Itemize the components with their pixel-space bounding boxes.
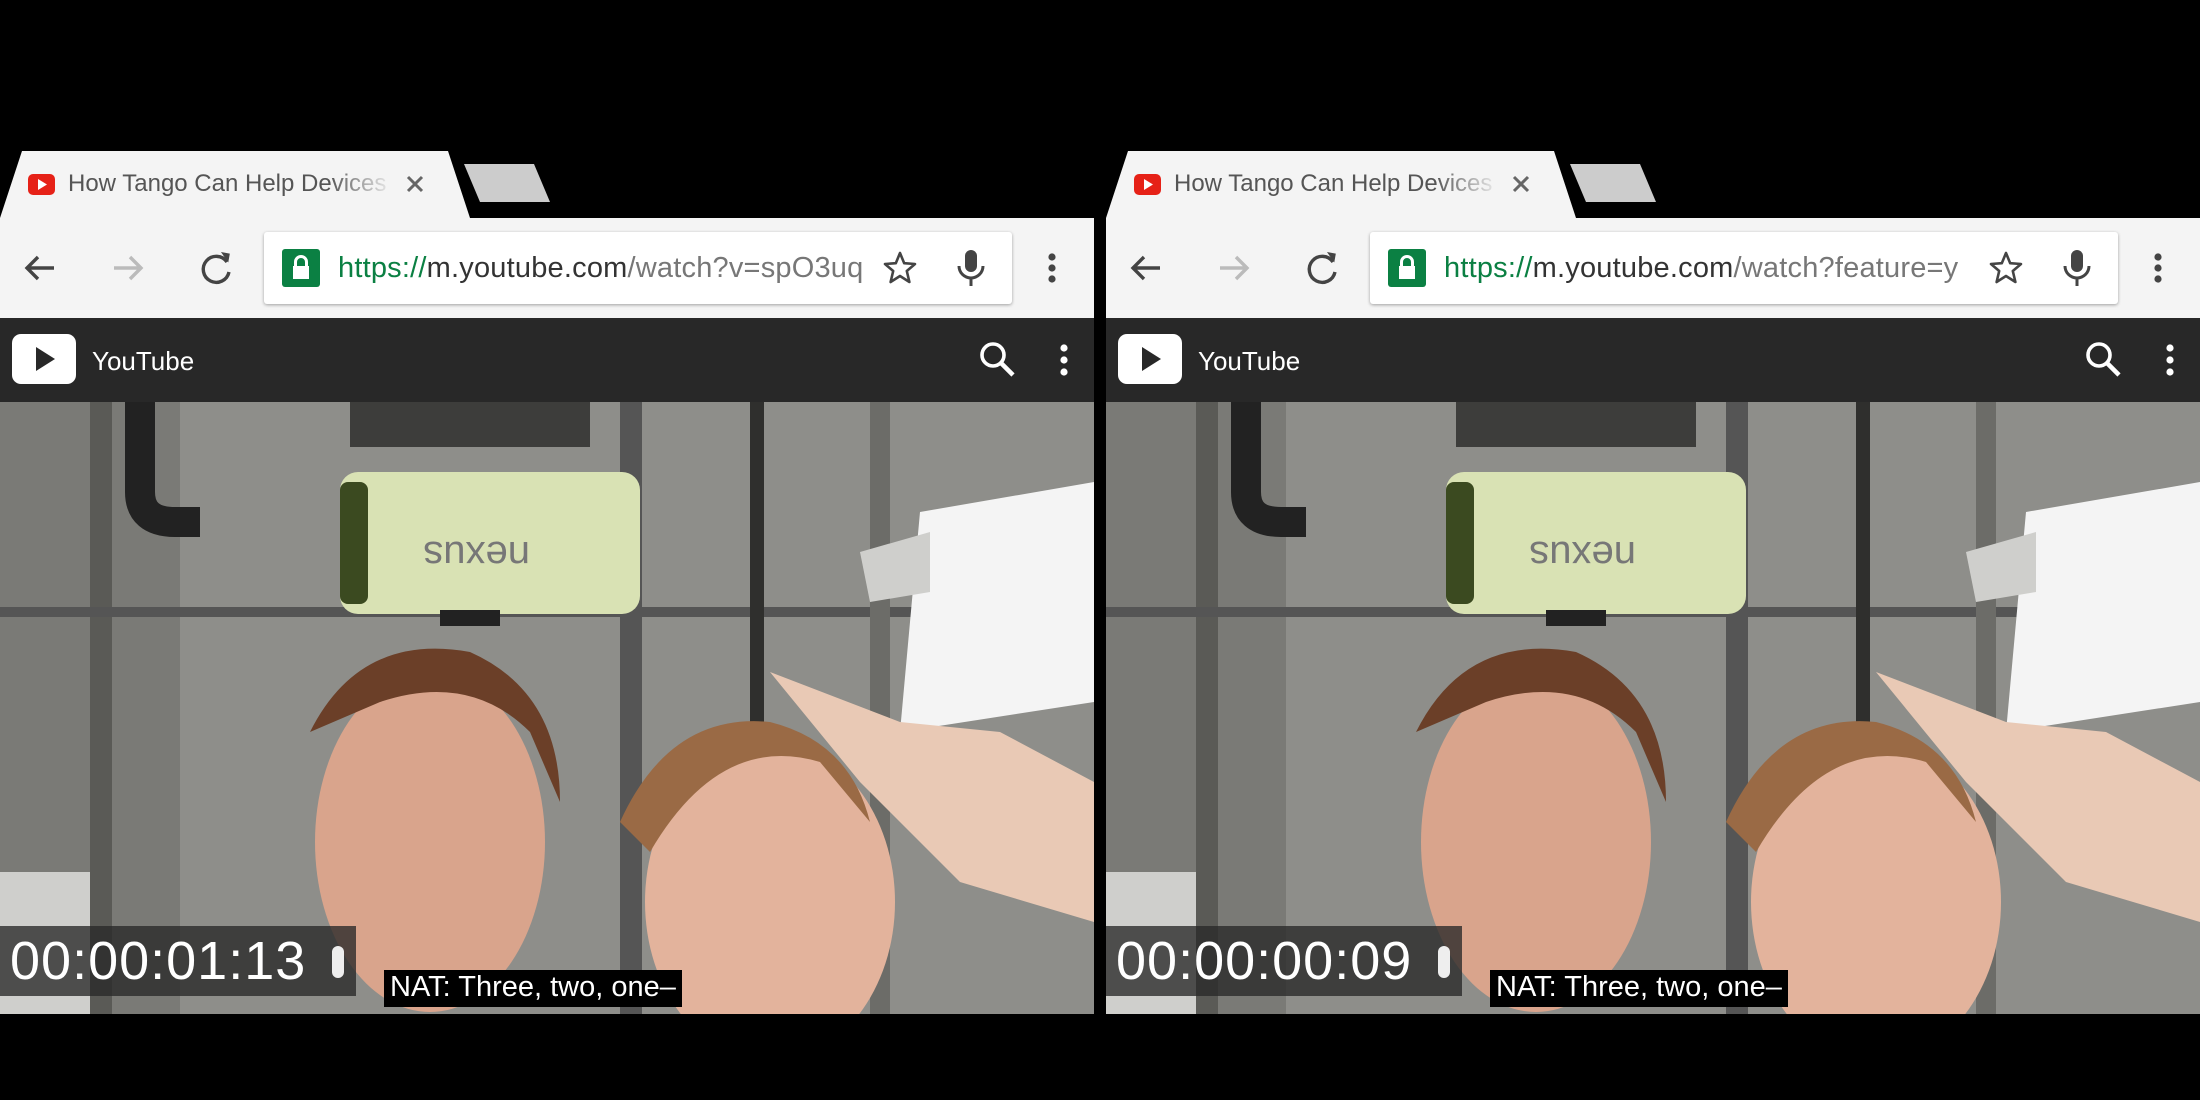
youtube-header: YouTube xyxy=(0,318,1094,402)
arrow-forward-icon[interactable] xyxy=(108,248,148,288)
close-icon[interactable] xyxy=(1506,169,1536,199)
close-icon[interactable] xyxy=(400,169,430,199)
timecode-marker xyxy=(1438,946,1450,978)
url-host: m.youtube.com xyxy=(1532,252,1734,284)
search-icon[interactable] xyxy=(2084,340,2122,378)
caption: NAT: Three, two, one– xyxy=(384,970,682,1007)
tab-title: How Tango Can Help Devices xyxy=(1174,170,1493,197)
browser-pane-right: How Tango Can Help Devices https://m.you… xyxy=(1106,0,2200,1100)
address-bar[interactable]: https://m.youtube.com/watch?feature=y xyxy=(1370,232,2118,304)
url-scheme: https:// xyxy=(338,252,427,284)
youtube-favicon-icon xyxy=(1134,174,1161,195)
new-tab-button[interactable] xyxy=(1570,164,1656,202)
tab-title: How Tango Can Help Devices xyxy=(68,170,387,197)
lock-icon xyxy=(1388,249,1426,287)
microphone-icon[interactable] xyxy=(956,249,986,287)
video-player[interactable]: nexus 00:00:00:09 NAT: Three, two, one– xyxy=(1106,402,2200,1014)
video-frame: nexus xyxy=(1106,402,2200,1014)
tab-strip: How Tango Can Help Devices xyxy=(1106,0,2200,218)
youtube-title: YouTube xyxy=(92,346,195,376)
youtube-favicon-icon xyxy=(28,174,55,195)
caption: NAT: Three, two, one– xyxy=(1490,970,1788,1007)
more-vert-icon[interactable] xyxy=(2140,250,2176,286)
url-path: /watch?feature=y xyxy=(1733,252,1959,284)
search-icon[interactable] xyxy=(978,340,1016,378)
browser-pane-left: How Tango Can Help Devices https://m.you… xyxy=(0,0,1094,1100)
arrow-back-icon[interactable] xyxy=(1126,248,1166,288)
more-vert-icon[interactable] xyxy=(1034,250,1070,286)
url-path: /watch?v=spO3uq xyxy=(627,252,864,284)
microphone-icon[interactable] xyxy=(2062,249,2092,287)
browser-toolbar: https://m.youtube.com/watch?feature=y xyxy=(1106,218,2200,318)
video-player[interactable]: nexus 00:00:01:13 NAT: Three, two, one– xyxy=(0,402,1094,1014)
tab-strip: How Tango Can Help Devices xyxy=(0,0,1094,218)
video-frame: nexus xyxy=(0,402,1094,1014)
url-scheme: https:// xyxy=(1444,252,1533,284)
star-icon[interactable] xyxy=(882,250,918,286)
reload-icon[interactable] xyxy=(196,248,236,288)
address-bar[interactable]: https://m.youtube.com/watch?v=spO3uq xyxy=(264,232,1012,304)
more-vert-icon[interactable] xyxy=(1046,342,1082,378)
timecode-overlay: 00:00:01:13 xyxy=(0,926,356,996)
pane-divider xyxy=(1094,0,1106,1100)
reload-icon[interactable] xyxy=(1302,248,1342,288)
phone-text: nexus xyxy=(423,533,530,577)
browser-toolbar: https://m.youtube.com/watch?v=spO3uq xyxy=(0,218,1094,318)
youtube-header: YouTube xyxy=(1106,318,2200,402)
more-vert-icon[interactable] xyxy=(2152,342,2188,378)
tab-active[interactable]: How Tango Can Help Devices xyxy=(0,151,470,218)
arrow-back-icon[interactable] xyxy=(20,248,60,288)
star-icon[interactable] xyxy=(1988,250,2024,286)
arrow-forward-icon[interactable] xyxy=(1214,248,1254,288)
url-host: m.youtube.com xyxy=(426,252,628,284)
url-text: https://m.youtube.com/watch?feature=y xyxy=(1444,252,2040,285)
timecode-overlay: 00:00:00:09 xyxy=(1106,926,1462,996)
timecode: 00:00:00:09 xyxy=(1116,931,1413,991)
phone-text: nexus xyxy=(1529,533,1636,577)
youtube-logo-icon[interactable] xyxy=(1118,334,1182,384)
lock-icon xyxy=(282,249,320,287)
timecode-marker xyxy=(332,946,344,978)
new-tab-button[interactable] xyxy=(464,164,550,202)
youtube-logo-icon[interactable] xyxy=(12,334,76,384)
url-text: https://m.youtube.com/watch?v=spO3uq xyxy=(338,252,934,285)
youtube-title: YouTube xyxy=(1198,346,1301,376)
timecode: 00:00:01:13 xyxy=(10,931,307,991)
tab-active[interactable]: How Tango Can Help Devices xyxy=(1106,151,1576,218)
